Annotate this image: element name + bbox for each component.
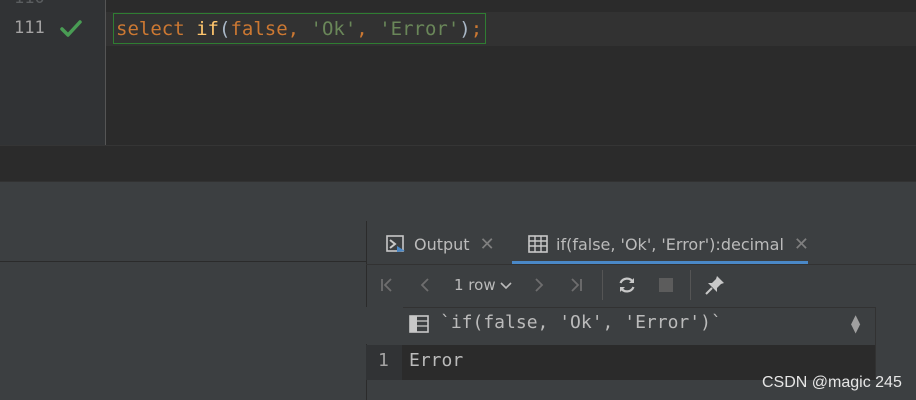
- pin-icon[interactable]: [703, 272, 727, 298]
- rows-dropdown[interactable]: 1 row: [454, 272, 512, 298]
- prev-page-icon[interactable]: [414, 272, 436, 298]
- toolbar-separator: [602, 270, 603, 300]
- refresh-icon[interactable]: [615, 272, 639, 298]
- first-page-icon[interactable]: [376, 272, 398, 298]
- watermark: CSDN @magic 245: [762, 374, 902, 391]
- console-icon: [386, 235, 406, 253]
- tab-result-label: if(false, 'Ok', 'Error'):decimal: [556, 234, 784, 254]
- cell-value: Error: [409, 350, 464, 371]
- function-if: if: [196, 18, 219, 40]
- line-number: 111: [14, 18, 45, 38]
- sort-icon[interactable]: ▲ ▼: [851, 313, 860, 334]
- grid-edge: [875, 307, 876, 380]
- row-number: 1: [378, 350, 389, 371]
- keyword-select: select: [116, 18, 185, 40]
- tab-result[interactable]: if(false, 'Ok', 'Error'):decimal ✕: [528, 224, 809, 264]
- column-header[interactable]: `if(false, 'Ok', 'Error')`: [440, 312, 722, 333]
- grid-corner: [366, 307, 403, 343]
- string-error: 'Error': [379, 18, 460, 40]
- close-icon[interactable]: ✕: [794, 234, 809, 255]
- code-line[interactable]: select if(false, 'Ok', 'Error');: [116, 17, 482, 41]
- tab-output-label: Output: [414, 234, 470, 254]
- comma: ,: [287, 18, 311, 40]
- services-tree: [0, 262, 366, 400]
- close-icon[interactable]: ✕: [480, 234, 495, 255]
- rows-label: 1 row: [454, 276, 496, 294]
- services-tree-toolbar: [0, 221, 366, 262]
- paren-close: ): [459, 18, 471, 40]
- comma: ,: [356, 18, 380, 40]
- string-ok: 'Ok': [310, 18, 357, 40]
- last-page-icon[interactable]: [565, 272, 587, 298]
- chevron-down-icon: [500, 280, 512, 290]
- next-page-icon[interactable]: [528, 272, 550, 298]
- check-icon: [60, 19, 82, 43]
- editor-bottom-bar: [0, 145, 916, 182]
- tab-output[interactable]: Output ✕: [386, 224, 495, 264]
- semicolon: ;: [470, 18, 483, 40]
- paren-open: (: [218, 18, 231, 40]
- toolbar-separator: [690, 270, 691, 300]
- toolbar-divider: [366, 264, 916, 265]
- stop-icon[interactable]: [655, 272, 677, 298]
- keyword-false: false: [230, 18, 288, 40]
- line-number: 110: [14, 0, 45, 8]
- column-icon: [409, 315, 429, 333]
- services-header: [0, 181, 916, 222]
- table-icon: [528, 235, 548, 253]
